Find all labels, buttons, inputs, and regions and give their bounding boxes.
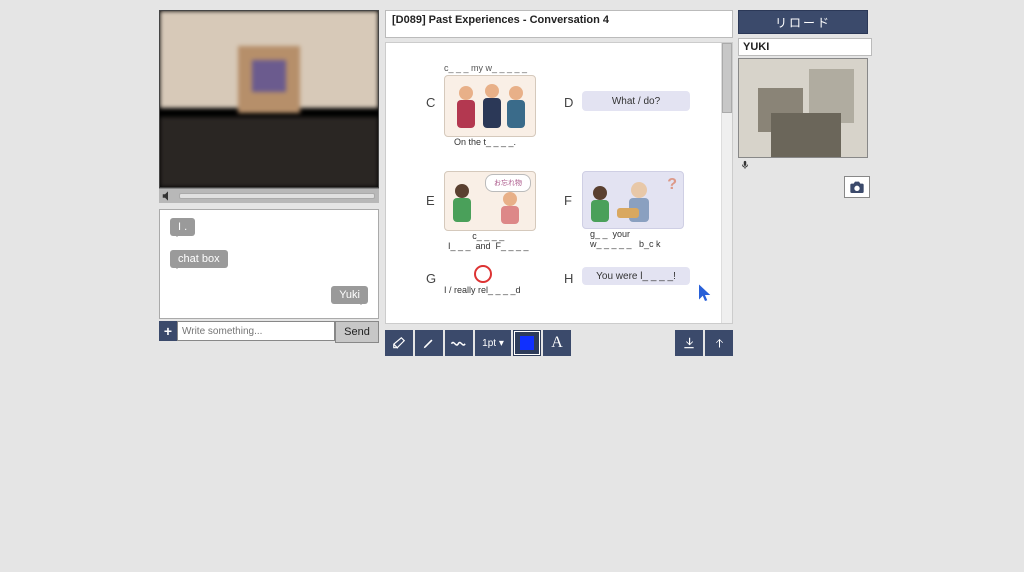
cell-caption: g_ _ your w_ _ _ _ _ b_c k <box>590 229 661 249</box>
self-audio-bar <box>738 158 868 172</box>
cell-caption: c_ _ _ _ I_ _ _ and F_ _ _ _ <box>448 231 529 251</box>
chat-log: I . chat box Yuki <box>159 209 379 319</box>
cell-letter: C <box>426 95 435 110</box>
cell-letter: G <box>426 271 436 286</box>
text-tool-button[interactable]: A <box>543 330 571 356</box>
cell-letter: F <box>564 193 572 208</box>
cell-caption: c_ _ _ my w_ _ _ _ _ <box>444 63 527 73</box>
slide-scroll-thumb[interactable] <box>722 43 732 113</box>
color-picker-button[interactable] <box>513 330 541 356</box>
wave-line-button[interactable] <box>445 330 473 356</box>
slide-area[interactable]: C c_ _ _ my w_ _ _ _ _ On the t_ _ _ _. … <box>385 42 733 324</box>
download-button[interactable] <box>675 330 703 356</box>
self-video <box>738 58 868 158</box>
pencil-button[interactable] <box>415 330 443 356</box>
cell-hint: You were l_ _ _ _! <box>582 267 690 285</box>
cell-caption: I / really rel_ _ _ _d <box>444 285 521 295</box>
speaker-icon <box>161 189 175 203</box>
snapshot-button[interactable] <box>844 176 870 198</box>
tutor-audio-bar <box>159 188 379 203</box>
eraser-button[interactable] <box>385 330 413 356</box>
cell-image: お忘れ物 <box>444 171 536 231</box>
color-swatch-icon <box>520 336 534 350</box>
cell-image: ? <box>582 171 684 229</box>
chat-add-button[interactable]: + <box>159 321 177 341</box>
mic-icon <box>740 160 750 170</box>
cell-letter: D <box>564 95 573 110</box>
cell-hint: What / do? <box>582 91 690 111</box>
upload-button[interactable] <box>705 330 733 356</box>
speech-bubble: お忘れ物 <box>485 174 531 192</box>
lesson-title: [D089] Past Experiences - Conversation 4 <box>385 10 733 38</box>
camera-icon <box>849 181 865 193</box>
cell-image <box>444 75 536 137</box>
cell-letter: H <box>564 271 573 286</box>
tutor-video <box>159 10 379 188</box>
self-username: YUKI <box>738 38 872 56</box>
chat-input[interactable] <box>177 321 335 341</box>
tutor-volume-slider[interactable] <box>179 193 375 199</box>
reload-button[interactable]: リロード <box>738 10 868 34</box>
stroke-width-button[interactable]: 1pt ▾ <box>475 330 511 356</box>
chat-send-button[interactable]: Send <box>335 321 379 343</box>
cursor-icon <box>696 281 714 303</box>
whiteboard-toolbar: 1pt ▾ A <box>385 330 733 356</box>
cell-letter: E <box>426 193 435 208</box>
cell-caption: On the t_ _ _ _. <box>454 137 516 147</box>
circle-marker-icon <box>474 265 492 283</box>
question-mark-icon: ? <box>667 176 677 194</box>
